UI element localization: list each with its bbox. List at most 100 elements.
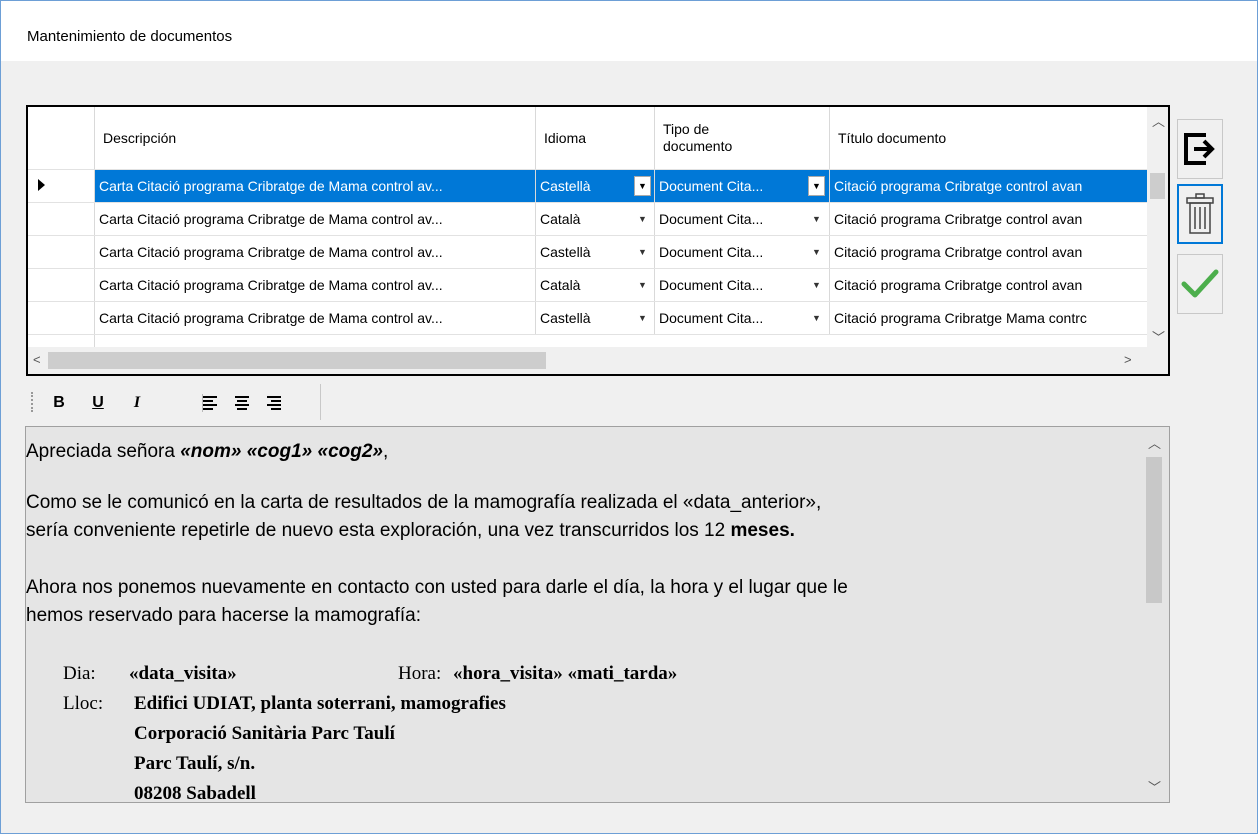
cell-idioma[interactable]: Castellà ▼ (536, 302, 655, 334)
cell-descripcion[interactable]: Carta Citació programa Cribratge de Mama… (95, 302, 536, 334)
grid-horizontal-scroll-thumb[interactable] (48, 352, 546, 369)
row-header[interactable] (28, 170, 95, 202)
dropdown-arrow-icon[interactable]: ▼ (634, 176, 651, 196)
row-header[interactable] (28, 269, 95, 301)
dropdown-arrow-icon[interactable]: ▼ (808, 308, 825, 328)
trash-icon (1186, 193, 1214, 234)
cell-descripcion[interactable]: Carta Citació programa Cribratge de Mama… (95, 170, 536, 202)
underline-button[interactable]: U (86, 392, 110, 414)
editor-vertical-scroll-thumb[interactable] (1146, 457, 1162, 603)
check-icon (1181, 269, 1219, 298)
exit-button[interactable] (1177, 119, 1223, 179)
document-editor[interactable]: Apreciada señora «nom» «cog1» «cog2», Co… (25, 426, 1170, 803)
bold-button[interactable]: B (47, 392, 71, 414)
cell-idioma-value: Castellà (540, 244, 591, 260)
accept-button[interactable] (1177, 254, 1223, 314)
align-center-button[interactable] (230, 392, 254, 414)
scroll-up-icon[interactable]: ︿ (1152, 111, 1165, 130)
table-row[interactable]: Carta Citació programa Cribratge de Mama… (28, 169, 1147, 202)
table-row[interactable]: Carta Citació programa Cribratge de Mama… (28, 268, 1147, 301)
row-header[interactable] (28, 302, 95, 334)
scroll-up-icon[interactable]: ︿ (1148, 433, 1161, 452)
format-toolbar: B U I (28, 384, 321, 420)
italic-button[interactable]: I (125, 392, 149, 414)
align-left-button[interactable] (199, 392, 223, 414)
cell-descripcion[interactable]: Carta Citació programa Cribratge de Mama… (95, 236, 536, 268)
cell-tipo[interactable]: Document Cita... ▼ (655, 236, 830, 268)
align-center-icon (235, 396, 249, 410)
lloc-line-2: Corporació Sanitària Parc Taulí (134, 723, 395, 744)
current-row-indicator-icon (38, 179, 45, 191)
table-row[interactable]: Carta Citació programa Cribratge de Mama… (28, 235, 1147, 268)
lloc-line-4: 08208 Sabadell (134, 783, 256, 803)
row-header[interactable] (28, 203, 95, 235)
table-row-partial (28, 334, 1147, 347)
dia-value: «data_visita» (129, 663, 237, 684)
cell-idioma[interactable]: Castellà ▼ (536, 170, 655, 202)
dropdown-arrow-icon[interactable]: ▼ (634, 275, 651, 295)
dropdown-arrow-icon[interactable]: ▼ (808, 275, 825, 295)
column-header-descripcion[interactable]: Descripción (95, 107, 536, 169)
grid-horizontal-scrollbar[interactable]: < > (28, 347, 1168, 374)
scroll-left-icon[interactable]: < (33, 352, 41, 367)
row-header (28, 335, 95, 347)
cell-tipo[interactable]: Document Cita... ▼ (655, 203, 830, 235)
cell-idioma[interactable]: Català ▼ (536, 269, 655, 301)
dropdown-arrow-icon[interactable]: ▼ (634, 209, 651, 229)
cell-tipo[interactable]: Document Cita... ▼ (655, 302, 830, 334)
table-row[interactable]: Carta Citació programa Cribratge de Mama… (28, 202, 1147, 235)
align-right-icon (267, 396, 281, 410)
scroll-down-icon[interactable]: ﹀ (1148, 777, 1161, 796)
lloc-label: Lloc: (63, 693, 104, 714)
cell-titulo[interactable]: Citació programa Cribratge control avan (830, 170, 1147, 202)
greeting-fields: «nom» «cog1» «cog2» (180, 441, 383, 462)
column-header-titulo[interactable]: Título documento (830, 107, 1147, 169)
paragraph-2-line-2: hemos reservado para hacerse la mamograf… (26, 605, 421, 626)
title-bar: Mantenimiento de documentos (1, 1, 1257, 61)
editor-content[interactable]: Apreciada señora «nom» «cog1» «cog2», Co… (26, 427, 1139, 803)
scroll-right-icon[interactable]: > (1124, 352, 1132, 367)
cell-descripcion[interactable]: Carta Citació programa Cribratge de Mama… (95, 203, 536, 235)
cell-titulo[interactable]: Citació programa Cribratge control avan (830, 269, 1147, 301)
column-header-tipo-documento[interactable]: Tipo de documento (655, 107, 830, 169)
align-right-button[interactable] (261, 392, 285, 414)
dropdown-arrow-icon[interactable]: ▼ (634, 308, 651, 328)
greeting-line: Apreciada señora «nom» «cog1» «cog2», (26, 441, 388, 463)
lloc-line-1: Edifici UDIAT, planta soterrani, mamogra… (134, 693, 506, 714)
cell-tipo[interactable]: Document Cita... ▼ (655, 269, 830, 301)
editor-vertical-scrollbar[interactable]: ︿ ﹀ (1139, 427, 1169, 802)
dropdown-arrow-icon[interactable]: ▼ (808, 209, 825, 229)
cell-titulo[interactable]: Citació programa Cribratge control avan (830, 236, 1147, 268)
row-header[interactable] (28, 236, 95, 268)
dia-label: Dia: (63, 663, 96, 684)
cell-idioma-value: Català (540, 211, 581, 227)
paragraph-2-line-1: Ahora nos ponemos nuevamente en contacto… (26, 577, 848, 598)
greeting-prefix: Apreciada señora (26, 441, 181, 462)
cell-idioma[interactable]: Català ▼ (536, 203, 655, 235)
cell-idioma-value: Català (540, 277, 581, 293)
grid-vertical-scrollbar[interactable]: ︿ ﹀ (1147, 107, 1168, 347)
scroll-down-icon[interactable]: ﹀ (1152, 327, 1165, 346)
documents-grid[interactable]: Descripción Idioma Tipo de documento Tít… (26, 105, 1170, 376)
column-header-idioma[interactable]: Idioma (536, 107, 655, 169)
cell-tipo[interactable]: Document Cita... ▼ (655, 170, 830, 202)
greeting-suffix: , (382, 441, 389, 462)
cell-titulo[interactable]: Citació programa Cribratge control avan (830, 203, 1147, 235)
grid-vertical-scroll-thumb[interactable] (1150, 173, 1165, 199)
dropdown-arrow-icon[interactable]: ▼ (634, 242, 651, 262)
paragraph-1-line-2-text: sería conveniente repetirle de nuevo est… (26, 520, 731, 541)
cell-descripcion[interactable]: Carta Citació programa Cribratge de Mama… (95, 269, 536, 301)
cell-titulo[interactable]: Citació programa Cribratge Mama contrc (830, 302, 1147, 334)
toolbar-grip[interactable] (31, 392, 33, 412)
paragraph-1-line-2-bold: meses. (730, 520, 795, 541)
cell-tipo-value: Document Cita... (659, 178, 764, 194)
delete-button[interactable] (1177, 184, 1223, 244)
dropdown-arrow-icon[interactable]: ▼ (808, 176, 825, 196)
cell-tipo-value: Document Cita... (659, 310, 764, 326)
hora-label: Hora: (398, 663, 442, 684)
column-header-tipo-line1: Tipo de (663, 121, 710, 137)
table-row[interactable]: Carta Citació programa Cribratge de Mama… (28, 301, 1147, 334)
cell-idioma[interactable]: Castellà ▼ (536, 236, 655, 268)
align-left-icon (203, 396, 217, 410)
dropdown-arrow-icon[interactable]: ▼ (808, 242, 825, 262)
